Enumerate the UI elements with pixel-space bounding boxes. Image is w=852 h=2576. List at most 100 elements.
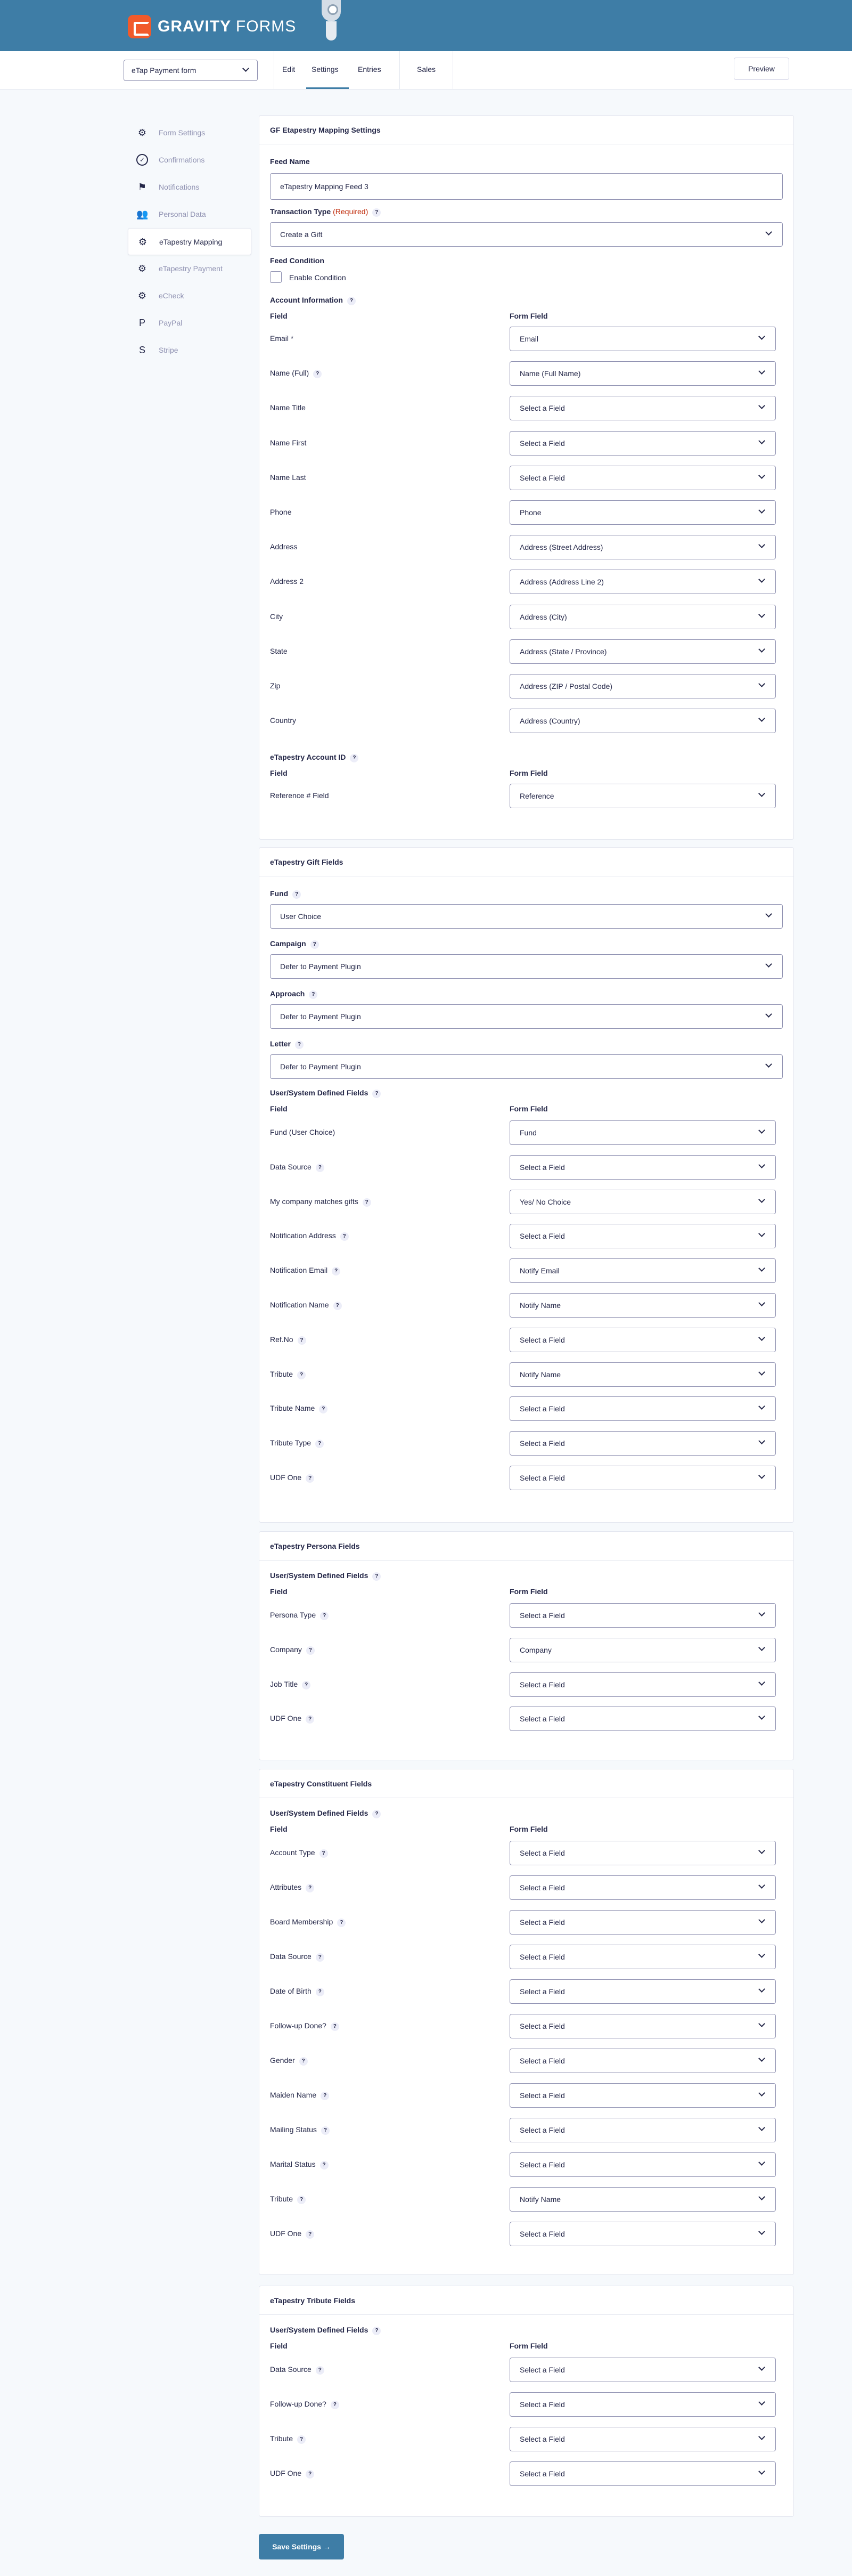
help-icon[interactable]: ? [294, 1041, 304, 1049]
sidebar-item-form-settings[interactable]: ⚙ Form Settings [128, 119, 251, 147]
form-field-select[interactable]: Address (State / Province) [510, 639, 776, 664]
form-field-select[interactable]: Select a Field [510, 2392, 776, 2417]
form-field-select[interactable]: Select a Field [510, 1979, 776, 2004]
form-field-select[interactable]: Select a Field [510, 1672, 776, 1697]
help-icon[interactable]: ? [315, 1953, 324, 1962]
tab-entries[interactable]: Entries [358, 65, 381, 74]
enable-condition-checkbox[interactable] [270, 271, 282, 283]
help-icon[interactable]: ? [332, 1267, 341, 1276]
form-field-select[interactable]: Address (Country) [510, 709, 776, 734]
form-field-select[interactable]: Select a Field [510, 396, 776, 421]
help-icon[interactable]: ? [306, 1884, 315, 1892]
form-field-select[interactable]: Name (Full Name) [510, 361, 776, 386]
help-icon[interactable]: ? [319, 1849, 328, 1858]
help-icon[interactable]: ? [347, 297, 356, 305]
form-field-select[interactable]: Notify Name [510, 2187, 776, 2212]
sidebar-item-stripe[interactable]: S Stripe [128, 337, 251, 364]
help-icon[interactable]: ? [321, 2092, 330, 2100]
form-field-select[interactable]: Company [510, 1637, 776, 1662]
save-settings-button[interactable]: Save Settings → [259, 2534, 344, 2559]
help-icon[interactable]: ? [315, 1988, 324, 1996]
sidebar-item-etapestry-mapping[interactable]: ⚙ eTapestry Mapping [128, 228, 251, 255]
form-field-select[interactable]: Yes/ No Choice [510, 1189, 776, 1214]
form-field-select[interactable]: Select a Field [510, 1396, 776, 1421]
help-icon[interactable]: ? [310, 940, 319, 949]
form-field-select[interactable]: Select a Field [510, 1603, 776, 1628]
help-icon[interactable]: ? [306, 2470, 315, 2479]
form-field-select[interactable]: Select a Field [510, 2358, 776, 2382]
form-field-select[interactable]: Select a Field [510, 1155, 776, 1180]
help-icon[interactable]: ? [297, 1370, 306, 1379]
form-field-select[interactable]: Select a Field [510, 1431, 776, 1456]
form-field-select[interactable]: Select a Field [510, 1945, 776, 1969]
fund-select[interactable]: User Choice [270, 904, 783, 929]
help-icon[interactable]: ? [292, 890, 301, 899]
help-icon[interactable]: ? [350, 754, 359, 762]
help-icon[interactable]: ? [306, 1646, 315, 1655]
help-icon[interactable]: ? [297, 1336, 306, 1345]
help-icon[interactable]: ? [372, 1810, 381, 1818]
help-icon[interactable]: ? [330, 2022, 339, 2031]
help-icon[interactable]: ? [320, 1612, 329, 1620]
sidebar-item-echeck[interactable]: ⚙ eCheck [128, 282, 251, 310]
form-field-select[interactable]: Select a Field [510, 2427, 776, 2451]
help-icon[interactable]: ? [313, 370, 322, 379]
form-field-select[interactable]: Address (Address Line 2) [510, 570, 776, 595]
help-icon[interactable]: ? [309, 990, 318, 999]
form-field-select[interactable]: Select a Field [510, 1327, 776, 1352]
form-field-select[interactable]: Select a Field [510, 2152, 776, 2177]
help-icon[interactable]: ? [315, 1440, 324, 1449]
form-field-select[interactable]: Address (City) [510, 604, 776, 629]
help-icon[interactable]: ? [315, 2366, 324, 2375]
form-field-select[interactable]: Select a Field [510, 1224, 776, 1249]
reference-field-select[interactable]: Reference [510, 784, 776, 808]
help-icon[interactable]: ? [372, 1090, 381, 1098]
form-switcher-select[interactable]: eTap Payment form [124, 60, 258, 81]
help-icon[interactable]: ? [333, 1302, 342, 1310]
form-field-select[interactable]: Select a Field [510, 1841, 776, 1865]
form-field-select[interactable]: Select a Field [510, 2083, 776, 2108]
sidebar-item-personal-data[interactable]: 👥 Personal Data [128, 201, 251, 228]
help-icon[interactable]: ? [362, 1198, 371, 1207]
help-icon[interactable]: ? [319, 1405, 328, 1414]
help-icon[interactable]: ? [340, 1232, 349, 1241]
form-field-select[interactable]: Address (Street Address) [510, 535, 776, 560]
help-icon[interactable]: ? [330, 2401, 339, 2409]
help-icon[interactable]: ? [372, 2327, 381, 2335]
letter-select[interactable]: Defer to Payment Plugin [270, 1054, 783, 1079]
form-field-select[interactable]: Fund [510, 1120, 776, 1145]
form-field-select[interactable]: Select a Field [510, 1875, 776, 1900]
form-field-select[interactable]: Notify Name [510, 1362, 776, 1387]
help-icon[interactable]: ? [321, 2126, 330, 2135]
transaction-type-select[interactable]: Create a Gift [270, 222, 783, 247]
form-field-select[interactable]: Select a Field [510, 465, 776, 490]
form-field-select[interactable]: Select a Field [510, 1466, 776, 1490]
gravity-forms-logo[interactable]: GRAVITY FORMS [128, 15, 296, 38]
help-icon[interactable]: ? [297, 2196, 306, 2204]
approach-select[interactable]: Defer to Payment Plugin [270, 1004, 783, 1029]
form-field-select[interactable]: Select a Field [510, 2014, 776, 2038]
help-icon[interactable]: ? [320, 2161, 329, 2169]
campaign-select[interactable]: Defer to Payment Plugin [270, 954, 783, 979]
feed-name-input[interactable]: eTapestry Mapping Feed 3 [270, 173, 783, 200]
form-field-select[interactable]: Notify Name [510, 1293, 776, 1318]
sidebar-item-paypal[interactable]: P PayPal [128, 310, 251, 337]
tab-settings[interactable]: Settings [312, 65, 339, 74]
form-field-select[interactable]: Email [510, 327, 776, 351]
preview-button[interactable]: Preview [734, 58, 789, 80]
form-field-select[interactable]: Address (ZIP / Postal Code) [510, 674, 776, 698]
sidebar-item-confirmations[interactable]: ✓ Confirmations [128, 147, 251, 174]
help-icon[interactable]: ? [299, 2057, 308, 2066]
form-field-select[interactable]: Select a Field [510, 1707, 776, 1732]
help-icon[interactable]: ? [306, 1474, 315, 1483]
tab-edit[interactable]: Edit [282, 65, 295, 74]
form-field-select[interactable]: Select a Field [510, 1910, 776, 1935]
help-icon[interactable]: ? [306, 1715, 315, 1724]
help-icon[interactable]: ? [372, 1572, 381, 1581]
form-field-select[interactable]: Notify Email [510, 1258, 776, 1283]
help-icon[interactable]: ? [315, 1163, 324, 1172]
sidebar-item-etapestry-payment[interactable]: ⚙ eTapestry Payment [128, 255, 251, 282]
form-field-select[interactable]: Select a Field [510, 2461, 776, 2486]
sidebar-item-notifications[interactable]: ⚑ Notifications [128, 174, 251, 201]
form-field-select[interactable]: Select a Field [510, 2118, 776, 2142]
